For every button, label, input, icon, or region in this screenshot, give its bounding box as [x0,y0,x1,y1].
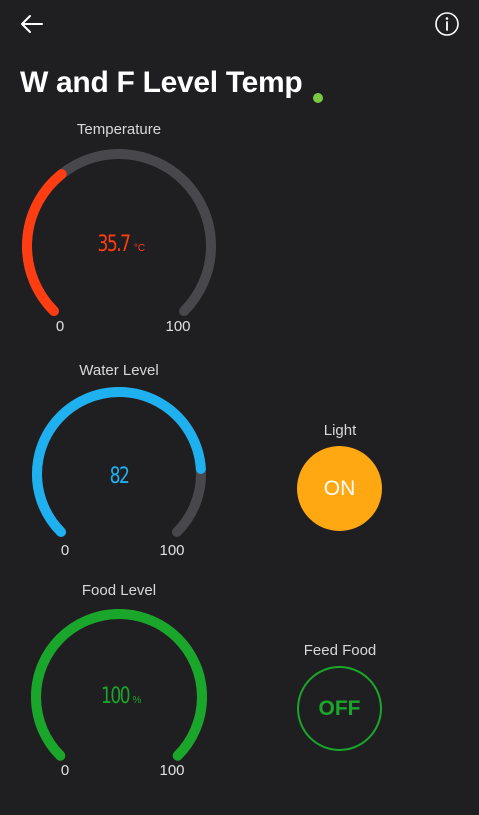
light-state: ON [323,476,356,500]
food-level-min: 0 [60,762,70,779]
light-toggle-button[interactable]: ON [297,446,382,531]
food-level-max: 100 [159,762,185,779]
food-level-readout: 100% [19,684,219,709]
food-level-value: 100 [100,684,131,709]
feed-food-label: Feed Food [303,642,377,659]
food-level-unit: % [132,695,142,706]
light-label: Light [323,422,357,439]
feed-food-state: OFF [318,696,361,720]
feed-food-toggle-button[interactable]: OFF [297,666,382,751]
